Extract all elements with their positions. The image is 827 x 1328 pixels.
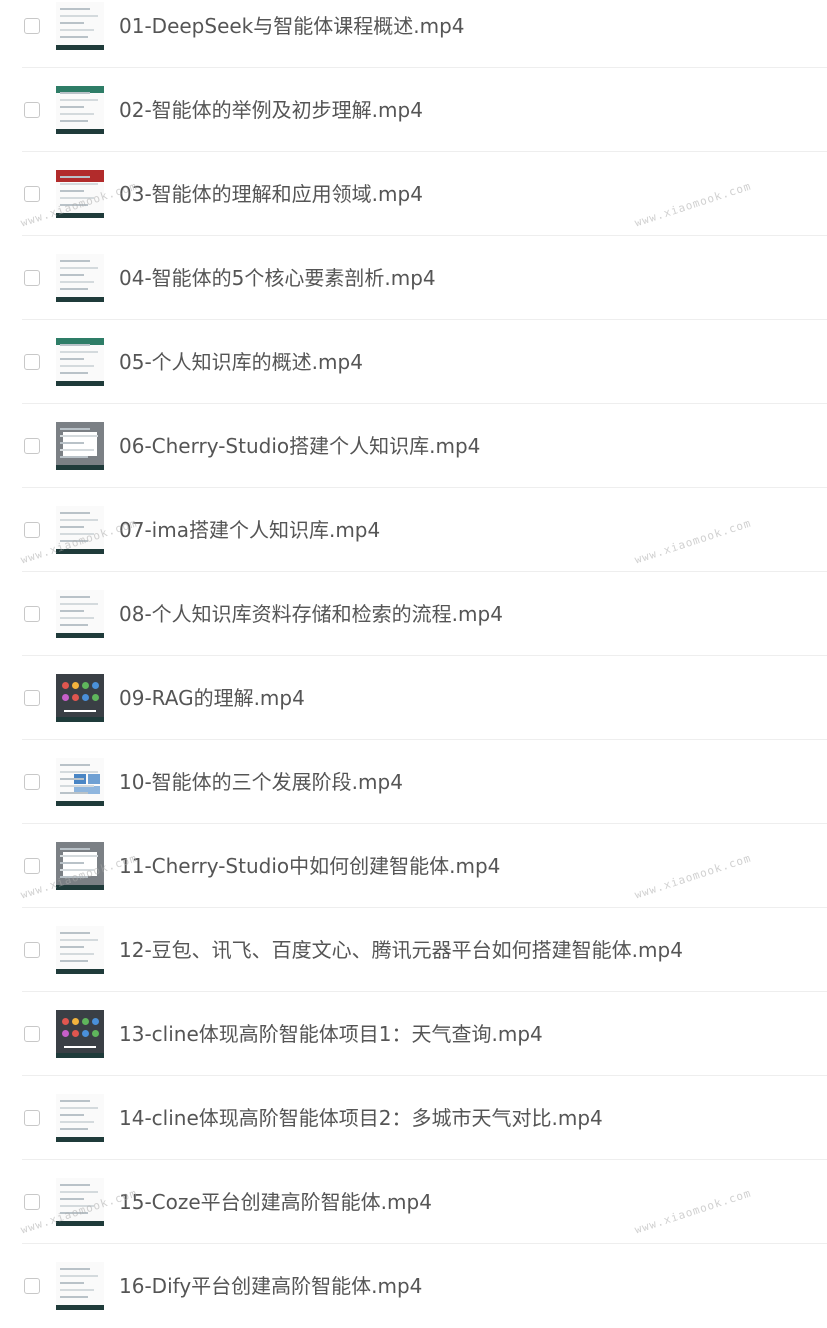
video-thumbnail[interactable] <box>56 674 104 722</box>
file-name[interactable]: 12-豆包、讯飞、百度文心、腾讯元器平台如何搭建智能体.mp4 <box>119 936 683 964</box>
file-checkbox[interactable] <box>24 438 40 454</box>
file-row[interactable]: 02-智能体的举例及初步理解.mp4 <box>22 68 827 152</box>
file-name[interactable]: 16-Dify平台创建高阶智能体.mp4 <box>119 1272 422 1300</box>
file-checkbox[interactable] <box>24 354 40 370</box>
file-row[interactable]: 09-RAG的理解.mp4 <box>22 656 827 740</box>
file-row[interactable]: 06-Cherry-Studio搭建个人知识库.mp4 <box>22 404 827 488</box>
file-row[interactable]: 04-智能体的5个核心要素剖析.mp4 <box>22 236 827 320</box>
file-row[interactable]: 03-智能体的理解和应用领域.mp4 <box>22 152 827 236</box>
file-row[interactable]: 16-Dify平台创建高阶智能体.mp4 <box>22 1244 827 1328</box>
file-row[interactable]: 11-Cherry-Studio中如何创建智能体.mp4 <box>22 824 827 908</box>
video-thumbnail[interactable] <box>56 1094 104 1142</box>
video-thumbnail[interactable] <box>56 422 104 470</box>
video-thumbnail[interactable] <box>56 254 104 302</box>
file-name[interactable]: 02-智能体的举例及初步理解.mp4 <box>119 96 423 124</box>
file-name[interactable]: 04-智能体的5个核心要素剖析.mp4 <box>119 264 436 292</box>
file-name[interactable]: 05-个人知识库的概述.mp4 <box>119 348 363 376</box>
file-list: 01-DeepSeek与智能体课程概述.mp4 02-智能体的举例及初步理解.mp… <box>0 0 827 1328</box>
video-thumbnail[interactable] <box>56 338 104 386</box>
video-thumbnail[interactable] <box>56 842 104 890</box>
file-name[interactable]: 07-ima搭建个人知识库.mp4 <box>119 516 380 544</box>
file-checkbox[interactable] <box>24 102 40 118</box>
file-checkbox[interactable] <box>24 1110 40 1126</box>
file-row[interactable]: 07-ima搭建个人知识库.mp4 <box>22 488 827 572</box>
file-row[interactable]: 05-个人知识库的概述.mp4 <box>22 320 827 404</box>
file-name[interactable]: 01-DeepSeek与智能体课程概述.mp4 <box>119 12 465 40</box>
file-checkbox[interactable] <box>24 942 40 958</box>
video-thumbnail[interactable] <box>56 758 104 806</box>
file-name[interactable]: 13-cline体现高阶智能体项目1：天气查询.mp4 <box>119 1020 543 1048</box>
video-thumbnail[interactable] <box>56 506 104 554</box>
file-name[interactable]: 15-Coze平台创建高阶智能体.mp4 <box>119 1188 432 1216</box>
file-checkbox[interactable] <box>24 1026 40 1042</box>
file-checkbox[interactable] <box>24 1278 40 1294</box>
file-row[interactable]: 14-cline体现高阶智能体项目2：多城市天气对比.mp4 <box>22 1076 827 1160</box>
file-checkbox[interactable] <box>24 606 40 622</box>
file-checkbox[interactable] <box>24 18 40 34</box>
file-name[interactable]: 11-Cherry-Studio中如何创建智能体.mp4 <box>119 852 500 880</box>
file-checkbox[interactable] <box>24 186 40 202</box>
file-row[interactable]: 12-豆包、讯飞、百度文心、腾讯元器平台如何搭建智能体.mp4 <box>22 908 827 992</box>
file-checkbox[interactable] <box>24 774 40 790</box>
file-row[interactable]: 15-Coze平台创建高阶智能体.mp4 <box>22 1160 827 1244</box>
video-thumbnail[interactable] <box>56 1178 104 1226</box>
video-thumbnail[interactable] <box>56 86 104 134</box>
file-row[interactable]: 13-cline体现高阶智能体项目1：天气查询.mp4 <box>22 992 827 1076</box>
file-checkbox[interactable] <box>24 690 40 706</box>
file-name[interactable]: 09-RAG的理解.mp4 <box>119 684 305 712</box>
video-thumbnail[interactable] <box>56 2 104 50</box>
file-row[interactable]: 01-DeepSeek与智能体课程概述.mp4 <box>22 0 827 68</box>
file-name[interactable]: 06-Cherry-Studio搭建个人知识库.mp4 <box>119 432 480 460</box>
video-thumbnail[interactable] <box>56 170 104 218</box>
file-name[interactable]: 03-智能体的理解和应用领域.mp4 <box>119 180 423 208</box>
file-checkbox[interactable] <box>24 522 40 538</box>
file-name[interactable]: 08-个人知识库资料存储和检索的流程.mp4 <box>119 600 503 628</box>
file-checkbox[interactable] <box>24 1194 40 1210</box>
file-name[interactable]: 10-智能体的三个发展阶段.mp4 <box>119 768 403 796</box>
video-thumbnail[interactable] <box>56 926 104 974</box>
video-thumbnail[interactable] <box>56 1262 104 1310</box>
file-row[interactable]: 08-个人知识库资料存储和检索的流程.mp4 <box>22 572 827 656</box>
file-checkbox[interactable] <box>24 858 40 874</box>
file-row[interactable]: 10-智能体的三个发展阶段.mp4 <box>22 740 827 824</box>
file-name[interactable]: 14-cline体现高阶智能体项目2：多城市天气对比.mp4 <box>119 1104 603 1132</box>
video-thumbnail[interactable] <box>56 590 104 638</box>
video-thumbnail[interactable] <box>56 1010 104 1058</box>
file-checkbox[interactable] <box>24 270 40 286</box>
